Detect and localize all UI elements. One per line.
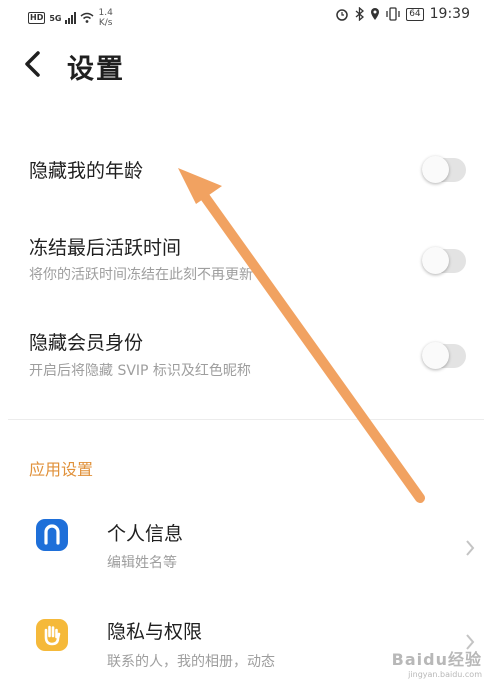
location-icon <box>371 8 380 20</box>
item-title: 个人信息 <box>107 523 184 545</box>
setting-title: 隐藏会员身份 <box>29 332 144 354</box>
watermark-logo: Baidu经验 <box>391 650 482 669</box>
chevron-right-icon <box>466 540 475 556</box>
section-title: 应用设置 <box>29 460 94 479</box>
status-left: HD 5G 1.4 K/s <box>28 8 113 28</box>
watermark: Baidu经验 jingyan.baidu.com <box>392 646 482 679</box>
wifi-icon <box>81 12 94 23</box>
hide-age-toggle[interactable] <box>422 156 466 183</box>
hd-icon: HD <box>28 12 46 24</box>
alarm-icon <box>336 9 348 21</box>
setting-subtitle: 将你的活跃时间冻结在此刻不再更新 <box>29 267 253 283</box>
setting-row-freeze-active[interactable]: 冻结最后活跃时间 将你的活跃时间冻结在此刻不再更新 <box>0 215 492 305</box>
signal-icon <box>65 12 77 24</box>
toggle-knob <box>422 156 449 183</box>
setting-row-hide-vip[interactable]: 隐藏会员身份 开启后将隐藏 SVIP 标识及红色昵称 <box>0 312 492 402</box>
status-bar: HD 5G 1.4 K/s 64 19:39 <box>0 0 492 34</box>
net-speed-value: 1.4 <box>98 8 113 18</box>
toggle-knob <box>422 342 449 369</box>
setting-title: 冻结最后活跃时间 <box>29 237 182 259</box>
list-item-personal-info[interactable]: 个人信息 编辑姓名等 <box>0 505 492 595</box>
freeze-active-toggle[interactable] <box>422 247 466 274</box>
status-right: 64 19:39 <box>335 6 470 22</box>
setting-row-hide-age[interactable]: 隐藏我的年龄 <box>0 130 492 210</box>
toggle-knob <box>422 247 449 274</box>
section-divider <box>8 419 484 420</box>
net-speed: 1.4 K/s <box>98 8 112 28</box>
setting-subtitle: 开启后将隐藏 SVIP 标识及红色昵称 <box>29 363 251 379</box>
person-icon <box>36 519 68 551</box>
hand-icon <box>36 619 68 651</box>
item-title: 隐私与权限 <box>107 621 203 643</box>
setting-title: 隐藏我的年龄 <box>29 160 144 182</box>
clock: 19:39 <box>429 6 470 22</box>
net-speed-unit: K/s <box>98 18 113 28</box>
back-arrow-icon[interactable] <box>22 50 44 78</box>
watermark-url: jingyan.baidu.com <box>408 670 482 679</box>
battery-icon: 64 <box>406 7 424 21</box>
bluetooth-icon <box>355 7 365 21</box>
item-subtitle: 编辑姓名等 <box>107 555 177 571</box>
page-title: 设置 <box>67 54 125 85</box>
item-subtitle: 联系的人，我的相册，动态 <box>107 654 275 670</box>
network-label: 5G <box>49 13 62 23</box>
vibrate-icon <box>386 7 400 21</box>
hide-vip-toggle[interactable] <box>422 342 466 369</box>
header: 设置 <box>0 34 492 94</box>
